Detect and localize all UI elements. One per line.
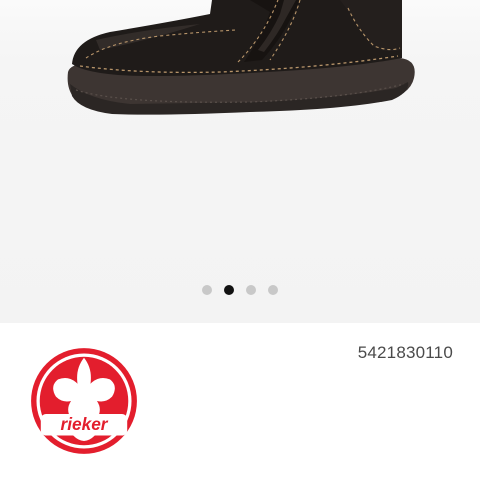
pager-dot-1[interactable]: [202, 285, 212, 295]
pager-dot-2-active[interactable]: [224, 285, 234, 295]
svg-text:rieker: rieker: [60, 414, 108, 434]
shoe-image: [67, 0, 415, 115]
product-info-panel: rieker 5421830110: [0, 323, 480, 480]
pager-dot-3[interactable]: [246, 285, 256, 295]
article-number: 5421830110: [357, 343, 453, 362]
rieker-logo: rieker: [31, 348, 137, 454]
image-pager[interactable]: [0, 284, 480, 296]
product-detail-screen: rieker 5421830110: [0, 0, 480, 480]
pager-dot-4[interactable]: [268, 285, 278, 295]
product-image-gallery[interactable]: [0, 0, 480, 323]
